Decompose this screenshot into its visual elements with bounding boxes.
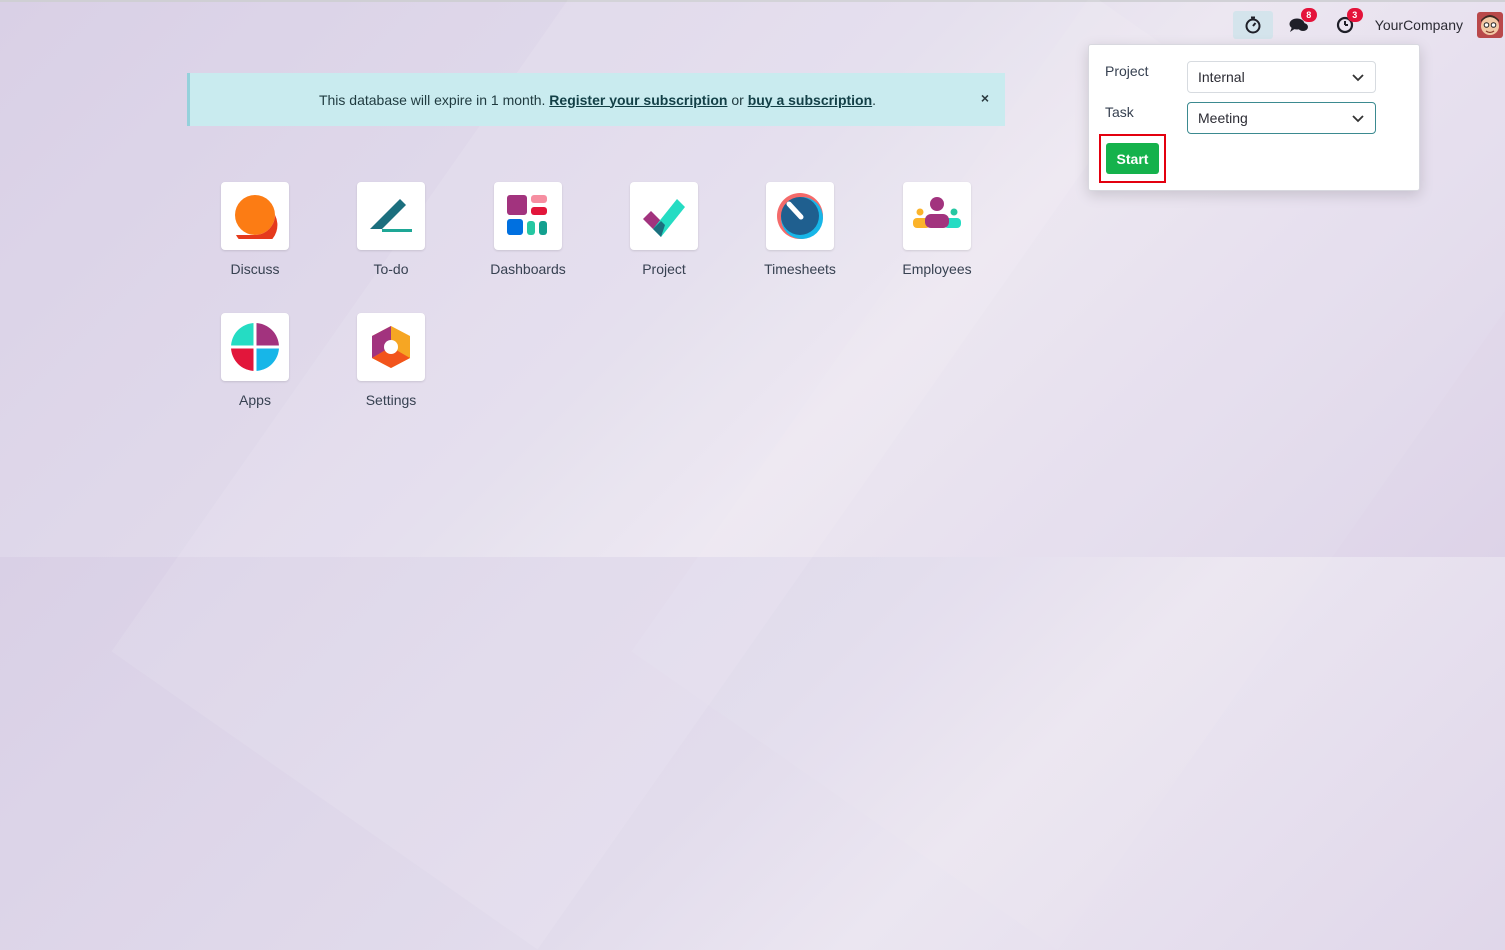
employees-icon: [903, 182, 971, 250]
app-project[interactable]: Project: [596, 182, 732, 277]
app-label: Apps: [239, 392, 271, 408]
app-label: Settings: [365, 392, 417, 408]
app-todo[interactable]: To-do: [323, 182, 459, 277]
company-switcher[interactable]: YourCompany: [1375, 17, 1463, 33]
task-value: Meeting: [1198, 110, 1248, 126]
app-dashboards[interactable]: Dashboards: [460, 182, 596, 277]
task-select[interactable]: Meeting: [1187, 102, 1376, 134]
task-label: Task: [1105, 104, 1134, 120]
apps-icon: [221, 313, 289, 381]
discuss-icon: [221, 182, 289, 250]
start-button-highlight: Start: [1099, 134, 1166, 183]
app-discuss[interactable]: Discuss: [187, 182, 323, 277]
todo-icon: [357, 182, 425, 250]
timer-popup: Project Internal Task Meeting Start: [1088, 44, 1420, 191]
timesheets-icon: [766, 182, 834, 250]
stopwatch-icon: [1245, 16, 1261, 34]
register-subscription-link[interactable]: Register your subscription: [549, 92, 727, 108]
chevron-down-icon: [1352, 115, 1364, 123]
start-button[interactable]: Start: [1106, 143, 1159, 174]
alert-text: This database will expire in 1 month. Re…: [318, 91, 877, 108]
chevron-down-icon: [1352, 74, 1364, 82]
dashboards-icon: [494, 182, 562, 250]
project-value: Internal: [1198, 69, 1245, 85]
app-employees[interactable]: Employees: [869, 182, 1005, 277]
app-apps[interactable]: Apps: [187, 313, 323, 408]
app-label: Employees: [902, 261, 972, 277]
close-alert-button[interactable]: ×: [981, 90, 989, 106]
messages-badge: 8: [1300, 8, 1317, 22]
project-select[interactable]: Internal: [1187, 61, 1376, 93]
app-timesheets[interactable]: Timesheets: [732, 182, 868, 277]
activities-button[interactable]: 3: [1325, 8, 1365, 39]
activities-badge: 3: [1346, 8, 1363, 22]
expiration-alert: This database will expire in 1 month. Re…: [187, 73, 1005, 126]
user-avatar[interactable]: [1477, 12, 1503, 38]
app-label: Project: [642, 261, 686, 277]
buy-subscription-link[interactable]: buy a subscription: [748, 92, 872, 108]
settings-icon: [357, 313, 425, 381]
project-icon: [630, 182, 698, 250]
app-label: Discuss: [230, 261, 280, 277]
messages-button[interactable]: 8: [1279, 8, 1319, 39]
project-label: Project: [1105, 63, 1149, 79]
navbar-systray: 8 3 YourCompany: [1232, 8, 1505, 39]
app-label: Timesheets: [764, 261, 836, 277]
app-label: Dashboards: [490, 261, 566, 277]
app-settings[interactable]: Settings: [323, 313, 459, 408]
timer-button[interactable]: [1232, 11, 1273, 39]
app-label: To-do: [373, 261, 409, 277]
